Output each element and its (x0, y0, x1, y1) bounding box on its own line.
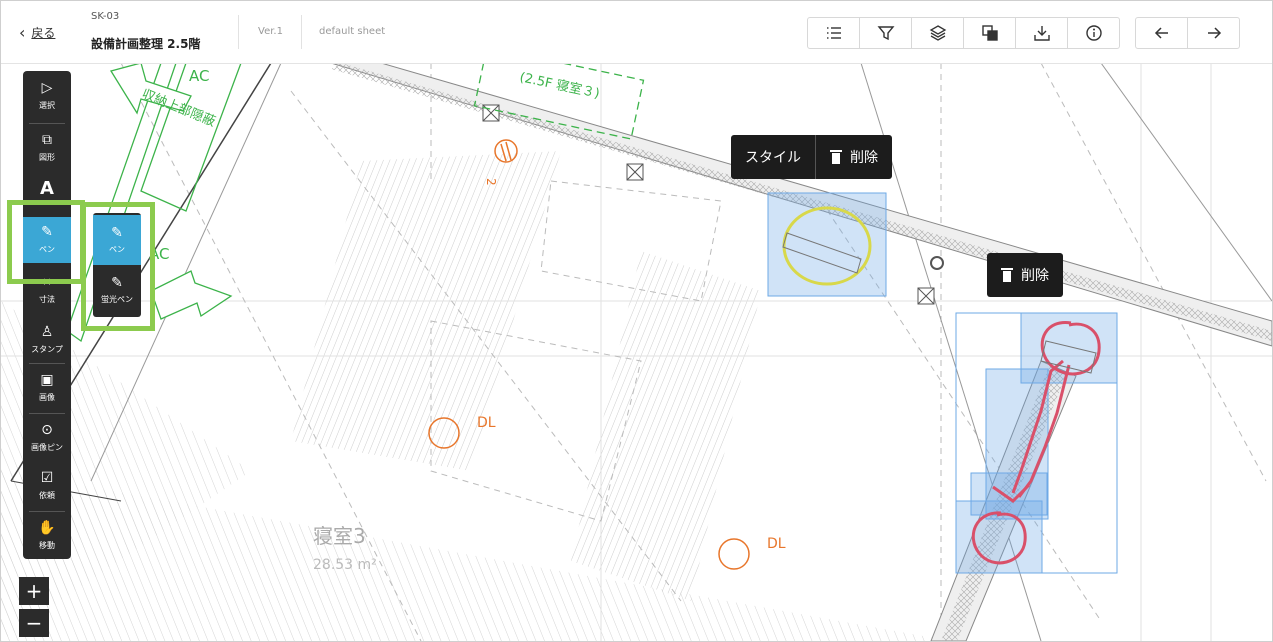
ac-label: AC (149, 245, 169, 263)
dl-label: DL (477, 415, 496, 431)
divider (29, 363, 65, 364)
tool-select[interactable]: ▷ 選択 (23, 73, 71, 119)
pen-icon: ✎ (41, 224, 53, 240)
subtool-highlighter[interactable]: ✎ 蛍光ペン (93, 265, 141, 315)
info-icon (1085, 25, 1102, 41)
style-button[interactable]: スタイル (731, 135, 815, 179)
trash-icon (830, 150, 842, 164)
floor-plan: AC 収納上部隠蔽 AC (2.5F 寝室３) DL DL 2 寝室3 28.5… (1, 63, 1272, 641)
stamp-icon: ♙ (40, 324, 54, 340)
tool-stamp[interactable]: ♙ スタンプ (23, 317, 71, 363)
tool-label: ペン (39, 245, 55, 254)
tool-image-pin[interactable]: ⊙ 画像ピン (23, 415, 71, 461)
plus-icon: + (25, 579, 43, 603)
copy-button[interactable] (964, 18, 1016, 48)
divider (29, 413, 65, 414)
back-button[interactable]: ‹ 戻る (19, 23, 55, 42)
delete-button[interactable]: 削除 (987, 253, 1063, 297)
next-button[interactable] (1188, 18, 1239, 48)
info-button[interactable] (1068, 18, 1119, 48)
layers-button[interactable] (912, 18, 964, 48)
hand-icon: ✋ (38, 520, 56, 536)
svg-text:2: 2 (484, 178, 498, 186)
header-bar: ‹ 戻る SK-03 設備計画整理 2.5階 Ver.1 default she… (1, 1, 1272, 64)
delete-label: 削除 (1021, 268, 1049, 284)
download-button[interactable] (1016, 18, 1068, 48)
pin-icon: ⊙ (41, 422, 53, 438)
hatch-area (291, 151, 561, 471)
arrow-left-icon (1154, 27, 1168, 39)
hatch-area (571, 251, 761, 601)
tool-image[interactable]: ▣ 画像 (23, 365, 71, 411)
ac-label: AC (189, 67, 209, 85)
copy-icon (981, 25, 998, 41)
style-label: スタイル (745, 150, 801, 166)
subtool-pen[interactable]: ✎ ペン (93, 215, 141, 265)
tool-label: 画像ピン (31, 443, 63, 452)
dl-label: DL (767, 536, 786, 552)
tool-label: 移動 (39, 541, 55, 550)
zoom-out-button[interactable]: − (19, 609, 49, 637)
document-id: SK-03 (91, 11, 120, 22)
divider (29, 511, 65, 512)
divider (301, 15, 302, 49)
highlighter-icon: ✎ (111, 275, 123, 291)
tool-label: 蛍光ペン (101, 295, 133, 304)
tool-shape[interactable]: ⧉ 図形 (23, 125, 71, 171)
room-ref-label: (2.5F 寝室３) (518, 69, 601, 102)
tool-dimension[interactable]: ↔ 寸法 (23, 267, 71, 313)
back-label: 戻る (31, 26, 56, 40)
pen-icon: ✎ (111, 225, 123, 241)
filter-icon (877, 26, 894, 41)
tool-label: 寸法 (39, 295, 55, 304)
room-name: 寝室3 (313, 524, 366, 548)
checkbox-icon: ☑ (40, 470, 54, 486)
minus-icon: − (25, 611, 43, 635)
download-icon (1033, 26, 1050, 41)
tool-label: 選択 (39, 101, 55, 110)
delete-button[interactable]: 削除 (816, 135, 892, 179)
annotation-popup: スタイル 削除 (731, 135, 892, 179)
tool-label: 画像 (39, 393, 55, 402)
page-nav (1135, 17, 1240, 49)
previous-button[interactable] (1136, 18, 1188, 48)
list-icon (826, 27, 841, 39)
shapes-icon: ⧉ (42, 132, 52, 148)
tool-text[interactable]: A (23, 171, 71, 207)
tool-label: スタンプ (31, 345, 63, 354)
hatch-area (1, 471, 951, 641)
room-area: 28.53 m² (313, 557, 377, 573)
ruler-icon: ↔ (41, 274, 53, 290)
sheet-label: default sheet (319, 26, 386, 37)
version-label: Ver.1 (258, 26, 283, 37)
cursor-icon: ▷ (41, 80, 53, 96)
trash-icon (1001, 268, 1013, 282)
left-toolbar: ▷ 選択 ⧉ 図形 A ✎ ペン ↔ 寸法 ♙ スタンプ ▣ 画像 ⊙ 画像ピン… (23, 71, 71, 559)
pen-subtoolbar: ✎ ペン ✎ 蛍光ペン (93, 213, 141, 317)
tool-label: ペン (109, 245, 125, 254)
divider (29, 123, 65, 124)
arrow-right-icon (1207, 27, 1221, 39)
delete-label: 削除 (850, 150, 878, 166)
drawing-canvas[interactable]: AC 収納上部隠蔽 AC (2.5F 寝室３) DL DL 2 寝室3 28.5… (1, 63, 1272, 641)
divider (238, 15, 239, 49)
tool-move[interactable]: ✋ 移動 (23, 513, 71, 559)
app-window: ‹ 戻る SK-03 設備計画整理 2.5階 Ver.1 default she… (0, 0, 1273, 642)
annotation-popup: 削除 (987, 253, 1063, 297)
zoom-in-button[interactable]: + (19, 577, 49, 605)
tool-label: 依頼 (39, 491, 55, 500)
chevron-left-icon: ‹ (19, 23, 26, 42)
tool-pen[interactable]: ✎ ペン (23, 217, 71, 263)
layers-icon (929, 25, 946, 41)
filter-button[interactable] (860, 18, 912, 48)
list-button[interactable] (808, 18, 860, 48)
tool-request[interactable]: ☑ 依頼 (23, 463, 71, 509)
view-toolbar (807, 17, 1120, 49)
tool-label: 図形 (39, 153, 55, 162)
image-icon: ▣ (40, 372, 54, 388)
text-icon: A (40, 178, 54, 199)
document-title: 設備計画整理 2.5階 (91, 37, 201, 51)
